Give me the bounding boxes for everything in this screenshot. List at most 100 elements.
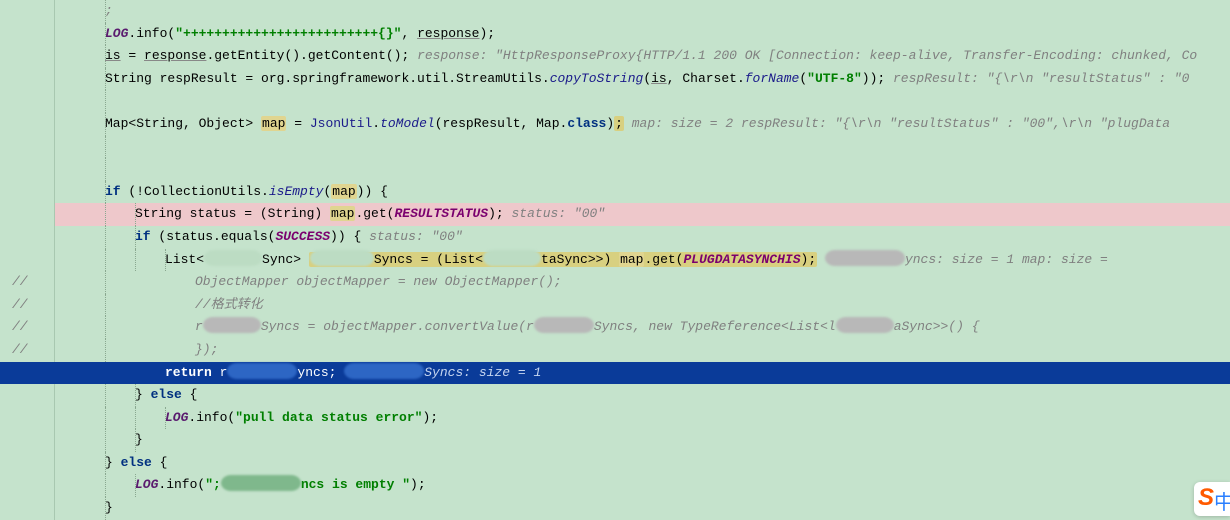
inline-evaluation: status: "00" — [504, 206, 605, 221]
code-text: } — [105, 500, 113, 515]
code-text: . — [372, 116, 380, 131]
variable-highlight: map — [619, 252, 644, 267]
gutter-comment-icon: // — [0, 316, 55, 339]
code-text: ; — [105, 3, 113, 18]
code-text: .get( — [644, 252, 683, 267]
code-text: (respResult, Map. — [435, 116, 568, 131]
code-text: ); — [410, 477, 426, 492]
keyword: if — [105, 184, 121, 199]
warning-highlight: ; — [614, 116, 624, 131]
keyword: if — [135, 229, 151, 244]
code-text: , Charset. — [667, 71, 745, 86]
inline-evaluation: yncs: size = 1 map: size = — [905, 252, 1108, 267]
code-text: )); — [862, 71, 885, 86]
code-line: if (status.equals(SUCCESS)) { status: "0… — [55, 226, 1230, 249]
redacted-text — [204, 250, 262, 266]
static-method: toModel — [380, 116, 435, 131]
inline-evaluation: Syncs: size = 1 — [424, 365, 541, 380]
redacted-text — [825, 250, 905, 266]
variable-highlight: map — [330, 206, 355, 221]
code-line: } — [55, 497, 1230, 520]
static-method: copyToString — [550, 71, 644, 86]
code-line: // ObjectMapper objectMapper = new Objec… — [55, 271, 1230, 294]
code-text: ( — [799, 71, 807, 86]
code-text: Map<String, Object> — [105, 116, 261, 131]
code-text: String status = (String) — [135, 206, 330, 221]
code-line: String respResult = org.springframework.… — [55, 68, 1230, 91]
string-literal: ncs is empty " — [301, 477, 410, 492]
inline-evaluation: respResult: "{\r\n "resultStatus" : "0 — [885, 71, 1189, 86]
field-ref: LOG — [165, 410, 188, 425]
keyword: else — [151, 387, 182, 402]
code-text: .info( — [188, 410, 235, 425]
constant: PLUGDATASYNCHIS — [683, 252, 800, 267]
ime-badge[interactable]: S 中 — [1194, 482, 1230, 516]
code-line: List<Sync> Syncs = (List<taSync>>) map.g… — [55, 249, 1230, 272]
code-line: } else { — [55, 384, 1230, 407]
string-literal: "; — [205, 477, 221, 492]
code-line — [55, 158, 1230, 181]
variable-highlight: map — [331, 184, 356, 199]
static-method: isEmpty — [269, 184, 324, 199]
code-line: is = response.getEntity().getContent(); … — [55, 45, 1230, 68]
code-text: String respResult = org.springframework.… — [105, 71, 550, 86]
code-text: ); — [801, 252, 817, 267]
code-text: ); — [488, 206, 504, 221]
redacted-text — [221, 475, 301, 491]
code-text: (!CollectionUtils. — [121, 184, 269, 199]
code-line-current-execution: return ryncs; Syncs: size = 1 — [55, 362, 1230, 385]
inline-evaluation: status: "00" — [361, 229, 462, 244]
variable: response — [417, 26, 479, 41]
ime-mode-label: 中 — [1214, 486, 1230, 515]
code-text: Sync> — [262, 252, 309, 267]
code-line-modified: String status = (String) map.get(RESULTS… — [55, 203, 1230, 226]
code-line — [55, 90, 1230, 113]
redacted-text — [534, 317, 594, 333]
field-ref: LOG — [105, 26, 128, 41]
keyword: else — [121, 455, 152, 470]
class-ref: JsonUtil — [310, 116, 372, 131]
code-line: } else { — [55, 452, 1230, 475]
static-method: forName — [745, 71, 800, 86]
code-text: , — [401, 26, 417, 41]
inline-evaluation: map: size = 2 respResult: "{\r\n "result… — [624, 116, 1170, 131]
constant: SUCCESS — [275, 229, 330, 244]
inline-evaluation: response: "HttpResponseProxy{HTTP/1.1 20… — [409, 48, 1197, 63]
ime-logo-icon: S — [1198, 484, 1214, 512]
inline-evaluation — [817, 252, 825, 267]
gutter-comment-icon: // — [0, 271, 55, 294]
code-text: ) — [606, 116, 614, 131]
code-line: if (!CollectionUtils.isEmpty(map)) { — [55, 181, 1230, 204]
string-literal: "UTF-8" — [807, 71, 862, 86]
code-text: yncs; — [297, 365, 336, 380]
gutter-comment-icon: // — [0, 294, 55, 317]
keyword: return — [165, 365, 212, 380]
code-text: )) { — [330, 229, 361, 244]
variable-highlight: map — [261, 116, 286, 131]
redacted-text — [483, 250, 541, 266]
code-line: LOG.info(";ncs is empty "); — [55, 474, 1230, 497]
comment: }); — [195, 342, 218, 357]
code-text: List< — [165, 252, 204, 267]
redacted-text — [227, 363, 297, 379]
gutter-comment-icon: // — [0, 339, 55, 362]
code-line: ; — [55, 0, 1230, 23]
code-text: { — [152, 455, 168, 470]
keyword: class — [567, 116, 606, 131]
redacted-text — [344, 363, 424, 379]
code-line: // }); — [55, 339, 1230, 362]
code-text: (status.equals( — [151, 229, 276, 244]
code-text: ( — [643, 71, 651, 86]
code-line — [55, 136, 1230, 159]
code-editor[interactable]: ; LOG.info("+++++++++++++++++++++++++{}"… — [0, 0, 1230, 520]
string-literal: "pull data status error" — [235, 410, 422, 425]
editor-gutter — [0, 0, 55, 520]
redacted-text — [310, 250, 374, 266]
inline-evaluation — [336, 365, 344, 380]
code-text: .info( — [128, 26, 175, 41]
comment: r — [195, 319, 203, 334]
code-text: .info( — [158, 477, 205, 492]
variable: is — [105, 48, 121, 63]
code-text: } — [135, 387, 151, 402]
comment: Syncs = objectMapper.convertValue(r — [261, 319, 534, 334]
